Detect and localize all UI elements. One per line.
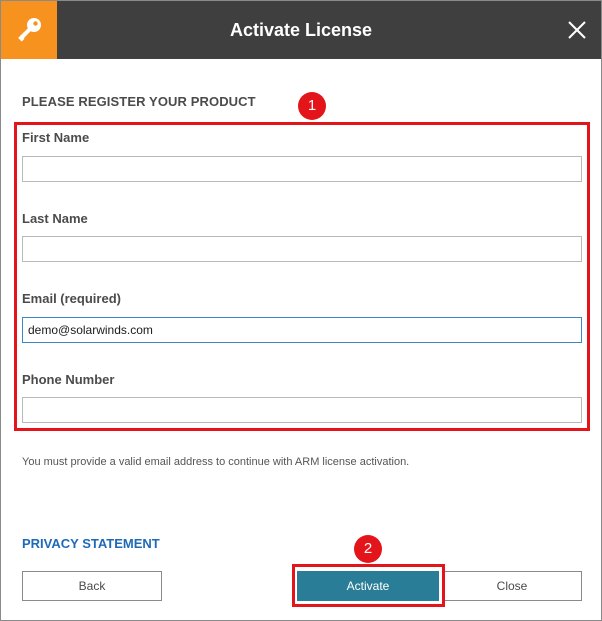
dialog-title: Activate License [229, 20, 373, 40]
email-field[interactable] [22, 317, 582, 343]
section-title: PLEASE REGISTER YOUR PRODUCT [22, 94, 256, 109]
first-name-field[interactable] [22, 156, 582, 182]
first-name-label: First Name [22, 130, 90, 145]
phone-number-label: Phone Number [22, 372, 115, 387]
annotation-badge-1: 1 [298, 92, 326, 120]
close-icon[interactable] [565, 18, 589, 42]
help-text: You must provide a valid email address t… [22, 456, 410, 468]
title-bar: Activate License [1, 1, 601, 59]
last-name-label: Last Name [22, 211, 88, 226]
email-label: Email (required) [22, 291, 121, 306]
close-button[interactable]: Close [442, 571, 582, 601]
activate-button[interactable]: Activate [297, 571, 439, 601]
annotation-badge-2: 2 [354, 535, 382, 563]
privacy-statement-link[interactable]: PRIVACY STATEMENT [22, 536, 160, 551]
last-name-field[interactable] [22, 236, 582, 262]
activate-license-dialog: Activate License PLEASE REGISTER YOUR PR… [0, 0, 602, 621]
phone-number-field[interactable] [22, 397, 582, 423]
back-button[interactable]: Back [22, 571, 162, 601]
